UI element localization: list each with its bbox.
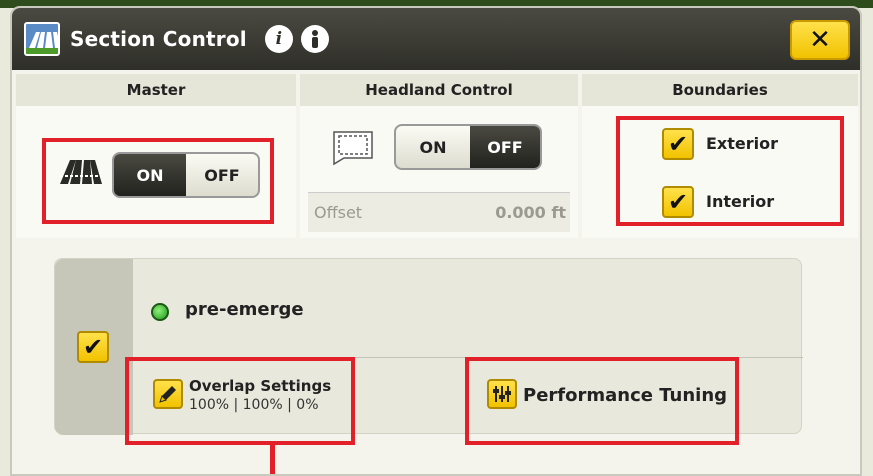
section-control-window: Section Control i ✕ Master ON OFF Headla… xyxy=(10,6,862,476)
info-person-icon[interactable] xyxy=(300,25,329,53)
headland-on-button[interactable]: ON xyxy=(396,126,470,168)
screen-frame: Section Control i ✕ Master ON OFF Headla… xyxy=(0,0,873,476)
master-section: Master ON OFF xyxy=(16,74,296,238)
highlight-performance xyxy=(465,357,739,445)
offset-value: 0.000 ft xyxy=(495,203,566,222)
highlight-overlap xyxy=(125,357,355,445)
headland-boundary-icon xyxy=(330,126,376,170)
product-panel: ✔ pre-emerge Overlap Settings 100% | 100… xyxy=(54,258,803,445)
boundaries-heading: Boundaries xyxy=(582,74,858,106)
highlight-master xyxy=(42,138,274,224)
boundaries-section: Boundaries ✔ Exterior ✔ Interior xyxy=(582,74,858,238)
section-control-icon xyxy=(24,22,60,56)
headland-off-button[interactable]: OFF xyxy=(470,126,540,168)
info-icon[interactable]: i xyxy=(264,25,293,53)
window-title: Section Control xyxy=(70,27,247,51)
status-led-icon xyxy=(151,303,169,321)
offset-field[interactable]: Offset 0.000 ft xyxy=(308,192,570,232)
title-bar: Section Control i ✕ xyxy=(12,8,860,70)
offset-label: Offset xyxy=(314,203,363,222)
master-heading: Master xyxy=(16,74,296,106)
headland-heading: Headland Control xyxy=(300,74,578,106)
close-button[interactable]: ✕ xyxy=(790,20,850,60)
product-name: pre-emerge xyxy=(185,299,304,320)
highlight-boundaries xyxy=(616,116,844,226)
close-icon: ✕ xyxy=(809,25,831,55)
headland-toggle[interactable]: ON OFF xyxy=(394,124,542,170)
product-enable-column: ✔ xyxy=(55,259,133,435)
callout-line xyxy=(270,444,275,474)
product-enable-checkbox[interactable]: ✔ xyxy=(77,331,109,363)
headland-section: Headland Control ON OFF Offset 0.000 ft xyxy=(300,74,578,238)
